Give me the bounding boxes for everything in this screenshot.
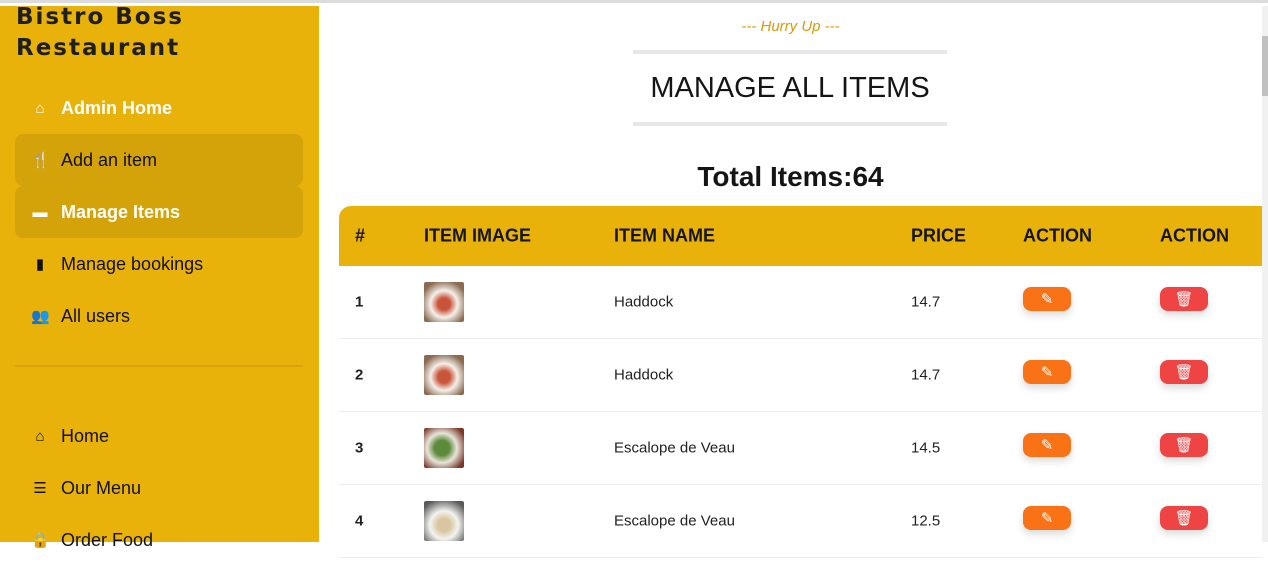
- pencil-icon: ✎: [1040, 291, 1054, 308]
- page-title: MANAGE ALL ITEMS: [633, 50, 947, 126]
- item-image: [424, 355, 464, 395]
- row-index: 1: [355, 293, 364, 311]
- delete-button[interactable]: 🗑: [1160, 506, 1208, 530]
- row-index: 4: [355, 512, 364, 530]
- sidebar-item-add-item[interactable]: 🍴 Add an item: [15, 134, 303, 186]
- scrollbar[interactable]: [1262, 6, 1268, 542]
- sidebar-item-our-menu[interactable]: ☰ Our Menu: [15, 462, 303, 514]
- col-action-delete: ACTION: [1160, 225, 1229, 246]
- nav-label: Manage bookings: [61, 253, 204, 274]
- sidebar-item-manage-bookings[interactable]: ▮ Manage bookings: [15, 238, 303, 290]
- table-row: 1 Haddock 14.7 ✎ 🗑: [339, 266, 1262, 339]
- sidebar-item-manage-items[interactable]: ▬ Manage Items: [15, 186, 303, 238]
- col-image: ITEM IMAGE: [424, 225, 531, 246]
- item-name: Haddock: [614, 366, 674, 384]
- brand-line-2: Restaurant: [16, 35, 181, 61]
- delete-button[interactable]: 🗑: [1160, 360, 1208, 384]
- utensils-icon: 🍴: [31, 152, 50, 169]
- nav-label: Add an item: [61, 149, 158, 170]
- sidebar-item-order-food[interactable]: 🔒 Order Food: [15, 514, 303, 566]
- nav-label: Home: [61, 425, 110, 446]
- edit-button[interactable]: ✎: [1023, 506, 1071, 530]
- home-icon: ⌂: [35, 99, 45, 117]
- home-icon: ⌂: [35, 427, 45, 445]
- section-subtitle: --- Hurry Up ---: [741, 18, 840, 35]
- row-index: 3: [355, 439, 364, 457]
- menu-icon: ☰: [33, 480, 47, 497]
- divider: [15, 365, 303, 367]
- delete-button[interactable]: 🗑: [1160, 433, 1208, 457]
- col-action-edit: ACTION: [1023, 225, 1092, 246]
- edit-button[interactable]: ✎: [1023, 433, 1071, 457]
- item-image: [424, 282, 464, 322]
- book-icon: ▮: [35, 256, 45, 273]
- col-index: #: [355, 225, 366, 246]
- item-image: [424, 428, 464, 468]
- sidebar: Bistro Boss Restaurant ⌂ Admin Home 🍴 Add a…: [0, 4, 319, 550]
- trash-icon: 🗑: [1174, 291, 1194, 308]
- trash-icon: 🗑: [1174, 364, 1194, 381]
- brand-line-1: Bistro Boss: [16, 4, 184, 30]
- item-image: [424, 501, 464, 541]
- nav-label: Admin Home: [61, 97, 173, 118]
- edit-button[interactable]: ✎: [1023, 287, 1071, 311]
- table-row: 2 Haddock 14.7 ✎ 🗑: [339, 339, 1262, 412]
- sidebar-item-home[interactable]: ⌂ Home: [15, 410, 303, 462]
- sidebar-item-all-users[interactable]: 👥 All users: [15, 290, 303, 342]
- brand-logo[interactable]: Bistro Boss Restaurant: [16, 2, 184, 64]
- scrollbar-thumb[interactable]: [1262, 36, 1268, 96]
- sidebar-item-admin-home[interactable]: ⌂ Admin Home: [15, 82, 303, 134]
- table-row: 4 Escalope de Veau 12.5 ✎ 🗑: [339, 485, 1262, 558]
- col-price: PRICE: [911, 225, 967, 246]
- main-content: --- Hurry Up --- MANAGE ALL ITEMS Total …: [319, 6, 1262, 558]
- table-row: 3 Escalope de Veau 14.5 ✎ 🗑: [339, 412, 1262, 485]
- item-price: 14.7: [911, 293, 941, 311]
- nav-label: Order Food: [61, 529, 154, 550]
- nav-label: All users: [61, 305, 131, 326]
- wallet-icon: ▬: [32, 203, 48, 221]
- item-price: 12.5: [911, 512, 941, 530]
- users-icon: 👥: [31, 308, 50, 325]
- row-index: 2: [355, 366, 364, 384]
- item-name: Haddock: [614, 293, 674, 311]
- item-price: 14.5: [911, 439, 941, 457]
- pencil-icon: ✎: [1040, 510, 1054, 527]
- nav-label: Manage Items: [61, 201, 181, 222]
- edit-button[interactable]: ✎: [1023, 360, 1071, 384]
- pencil-icon: ✎: [1040, 364, 1054, 381]
- nav-label: Our Menu: [61, 477, 142, 498]
- table-header: # ITEM IMAGE ITEM NAME PRICE ACTION ACTI…: [339, 206, 1262, 266]
- pencil-icon: ✎: [1040, 437, 1054, 454]
- trash-icon: 🗑: [1174, 510, 1194, 527]
- total-items: Total Items:64: [697, 161, 884, 192]
- item-name: Escalope de Veau: [614, 439, 735, 457]
- item-name: Escalope de Veau: [614, 512, 735, 530]
- bag-icon: 🔒: [31, 532, 50, 549]
- item-price: 14.7: [911, 366, 941, 384]
- col-name: ITEM NAME: [614, 225, 715, 246]
- trash-icon: 🗑: [1174, 437, 1194, 454]
- delete-button[interactable]: 🗑: [1160, 287, 1208, 311]
